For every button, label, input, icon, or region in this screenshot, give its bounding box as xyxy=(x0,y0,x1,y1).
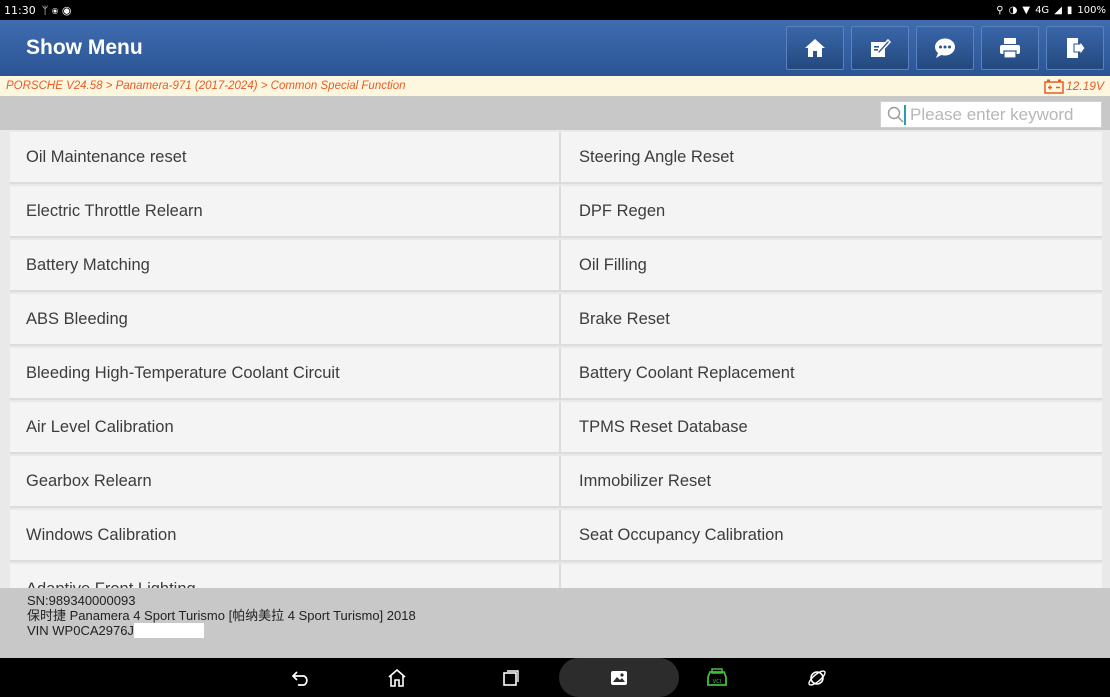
feedback-button[interactable] xyxy=(916,26,974,70)
home-button[interactable] xyxy=(786,26,844,70)
vehicle-name: 保时捷 Panamera 4 Sport Turismo [帕纳美拉 4 Spo… xyxy=(27,608,416,623)
recents-icon xyxy=(503,669,519,686)
key-icon: ◑ xyxy=(1008,4,1018,16)
vin-number: VIN WP0CA2976J xyxy=(27,623,134,638)
wifi-icon: ▼ xyxy=(1022,4,1031,16)
breadcrumb-bar: PORSCHE V24.58 > Panamera-971 (2017-2024… xyxy=(0,76,1110,96)
voltage-indicator: 12.19V xyxy=(1044,79,1104,94)
search-input[interactable] xyxy=(904,104,1100,125)
svg-text:VCI: VCI xyxy=(713,679,721,685)
clock: 11:30 xyxy=(4,3,36,17)
print-icon xyxy=(1000,38,1020,59)
menu-item[interactable]: Brake Reset xyxy=(561,294,1102,346)
menu-item[interactable]: Battery Matching xyxy=(10,240,561,292)
vin-row: VIN WP0CA2976J xyxy=(27,623,1110,638)
vci-icon: VCI xyxy=(707,667,727,686)
menu-item[interactable]: Battery Coolant Replacement xyxy=(561,348,1102,400)
exit-icon xyxy=(1067,38,1085,58)
menu-item[interactable]: Seat Occupancy Calibration xyxy=(561,510,1102,562)
system-nav-bar: VCI xyxy=(0,658,1110,697)
vin-redaction xyxy=(133,623,204,638)
battery-icon: ▮ xyxy=(1066,4,1073,16)
page-title: Show Menu xyxy=(26,36,143,59)
menu-item[interactable]: Electric Throttle Relearn xyxy=(10,186,561,238)
gallery-icon xyxy=(611,670,627,685)
menu-item[interactable]: Oil Maintenance reset xyxy=(10,132,561,184)
menu-item[interactable]: Adaptive Front Lighting xyxy=(10,564,561,588)
home-outline-icon xyxy=(388,668,406,687)
home-nav-button[interactable] xyxy=(382,658,412,697)
search-row xyxy=(0,96,1110,130)
menu-item[interactable]: DPF Regen xyxy=(561,186,1102,238)
menu-item[interactable]: Immobilizer Reset xyxy=(561,456,1102,508)
menu-item[interactable]: Air Level Calibration xyxy=(10,402,561,454)
chat-icon xyxy=(935,38,955,58)
print-button[interactable] xyxy=(981,26,1039,70)
vehicle-info-panel: SN:989340000093 保时捷 Panamera 4 Sport Tur… xyxy=(0,588,1110,658)
battery-level: 100% xyxy=(1077,4,1106,16)
search-box[interactable] xyxy=(880,101,1102,128)
edit-button[interactable] xyxy=(851,26,909,70)
home-icon xyxy=(805,39,825,57)
serial-number: SN:989340000093 xyxy=(27,593,136,608)
voltage-value: 12.19V xyxy=(1065,79,1104,93)
menu-item[interactable]: ABS Bleeding xyxy=(10,294,561,346)
network-label: 4G xyxy=(1035,4,1050,16)
exit-button[interactable] xyxy=(1046,26,1104,70)
notification-icons: ᛘ ⦿ ◉ xyxy=(41,3,72,17)
menu-item[interactable]: Oil Filling xyxy=(561,240,1102,292)
breadcrumb: PORSCHE V24.58 > Panamera-971 (2017-2024… xyxy=(6,80,406,92)
menu-item[interactable]: Windows Calibration xyxy=(10,510,561,562)
menu-item[interactable]: Bleeding High-Temperature Coolant Circui… xyxy=(10,348,561,400)
car-battery-icon xyxy=(1044,79,1064,94)
screenshot-button[interactable] xyxy=(559,658,679,697)
menu-item[interactable]: Steering Angle Reset xyxy=(561,132,1102,184)
menu-item xyxy=(561,564,1102,588)
function-menu: Oil Maintenance reset Steering Angle Rese… xyxy=(10,132,1102,588)
orbit-icon xyxy=(808,669,826,686)
back-button[interactable] xyxy=(286,658,316,697)
menu-item[interactable]: TPMS Reset Database xyxy=(561,402,1102,454)
back-icon xyxy=(292,670,308,686)
search-icon xyxy=(887,106,904,123)
vci-button[interactable]: VCI xyxy=(702,658,732,697)
app-header: Show Menu xyxy=(0,20,1110,76)
signal-icon: ◢ xyxy=(1054,4,1062,16)
location-icon: ⚲ xyxy=(996,4,1004,16)
browser-button[interactable] xyxy=(802,658,832,697)
edit-icon xyxy=(871,38,891,57)
recents-button[interactable] xyxy=(496,658,526,697)
menu-item[interactable]: Gearbox Relearn xyxy=(10,456,561,508)
status-bar: 11:30 ᛘ ⦿ ◉ ⚲ ◑ ▼ 4G ◢ ▮ 100% xyxy=(0,0,1110,20)
